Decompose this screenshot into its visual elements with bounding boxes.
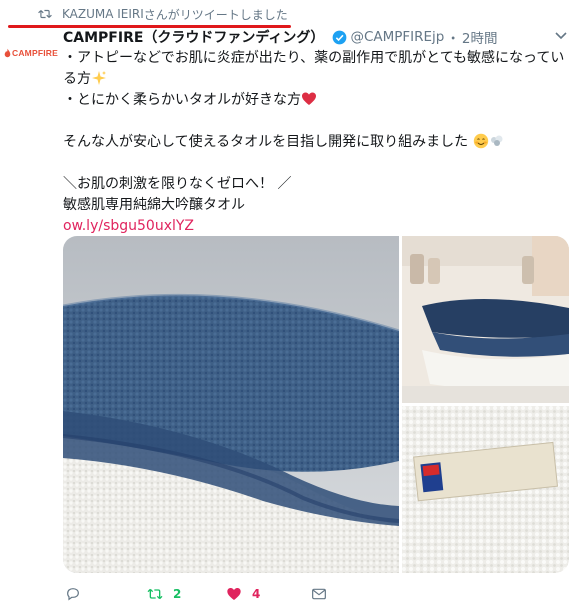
text-line: ・とにかく柔らかいタオルが好きな方 <box>63 90 575 111</box>
retweet-suffix: さんがリツイートしました <box>143 7 288 22</box>
smiling-face-icon <box>473 133 488 149</box>
text-line: ＼お肌の刺激を限りなくゼロへ！ ／ <box>63 176 292 192</box>
header-separator: ・ <box>446 31 460 47</box>
photo-tag[interactable] <box>402 406 569 573</box>
photo-main[interactable] <box>63 236 399 573</box>
retweet-icon <box>38 9 52 19</box>
display-name[interactable]: CAMPFIRE（クラウドファンディング） <box>63 27 324 47</box>
towel-tag-photo <box>402 406 569 573</box>
envelope-icon <box>312 588 326 600</box>
photo-side-column <box>402 236 569 573</box>
direct-message-button[interactable] <box>311 583 327 605</box>
photo-bathroom[interactable] <box>402 236 569 403</box>
text-line: 敏感肌専用純綿大吟醸タオル <box>63 197 245 213</box>
text-line: ・アトピーなどでお肌に炎症が出たり、薬の副作用で肌がとても敏感になってい <box>63 50 565 66</box>
like-button[interactable]: 4 <box>226 583 260 605</box>
retweeter-name[interactable]: KAZUMA IEIRI <box>62 7 144 21</box>
tweet-text: ・アトピーなどでお肌に炎症が出たり、薬の副作用で肌がとても敏感になってい る方 … <box>63 48 575 237</box>
reply-button[interactable] <box>65 583 81 605</box>
reply-icon <box>67 588 79 601</box>
user-handle[interactable]: @CAMPFIREjp <box>350 29 444 45</box>
chevron-down-icon[interactable] <box>555 32 567 40</box>
media-grid <box>63 236 569 573</box>
retweet-button[interactable]: 2 <box>147 583 181 605</box>
bathroom-towels-photo <box>402 236 569 403</box>
text-span: る方 <box>63 71 91 87</box>
retweet-count: 2 <box>173 587 182 601</box>
red-heart-icon <box>302 92 316 105</box>
timestamp[interactable]: 2時間 <box>462 27 498 47</box>
like-count: 4 <box>252 587 261 601</box>
verified-icon <box>333 30 347 44</box>
avatar[interactable]: CAMPFIRE <box>4 44 58 62</box>
tweet-actions: 2 4 <box>63 583 483 605</box>
tweet-link[interactable]: ow.ly/sbgu50uxlYZ <box>63 216 575 237</box>
sparkles-icon <box>92 71 106 85</box>
text-line: そんな人が安心して使えるタオルを目指し開発に取り組みました <box>63 132 575 153</box>
text-span: ・とにかく柔らかいタオルが好きな方 <box>63 92 301 108</box>
heart-icon <box>227 588 241 600</box>
tweet-header: CAMPFIRE（クラウドファンディング） @CAMPFIREjp ・ 2時間 <box>63 26 571 48</box>
retweet-context[interactable]: KAZUMA IEIRI さんがリツイートしました <box>38 5 288 23</box>
bath-icon <box>490 135 503 146</box>
flame-icon <box>4 48 11 58</box>
towel-stack-photo <box>63 236 399 573</box>
text-span: そんな人が安心して使えるタオルを目指し開発に取り組みました <box>63 134 469 150</box>
retweet-icon <box>147 588 163 600</box>
brand-logo-text: CAMPFIRE <box>12 48 58 58</box>
text-line: る方 <box>63 69 575 90</box>
